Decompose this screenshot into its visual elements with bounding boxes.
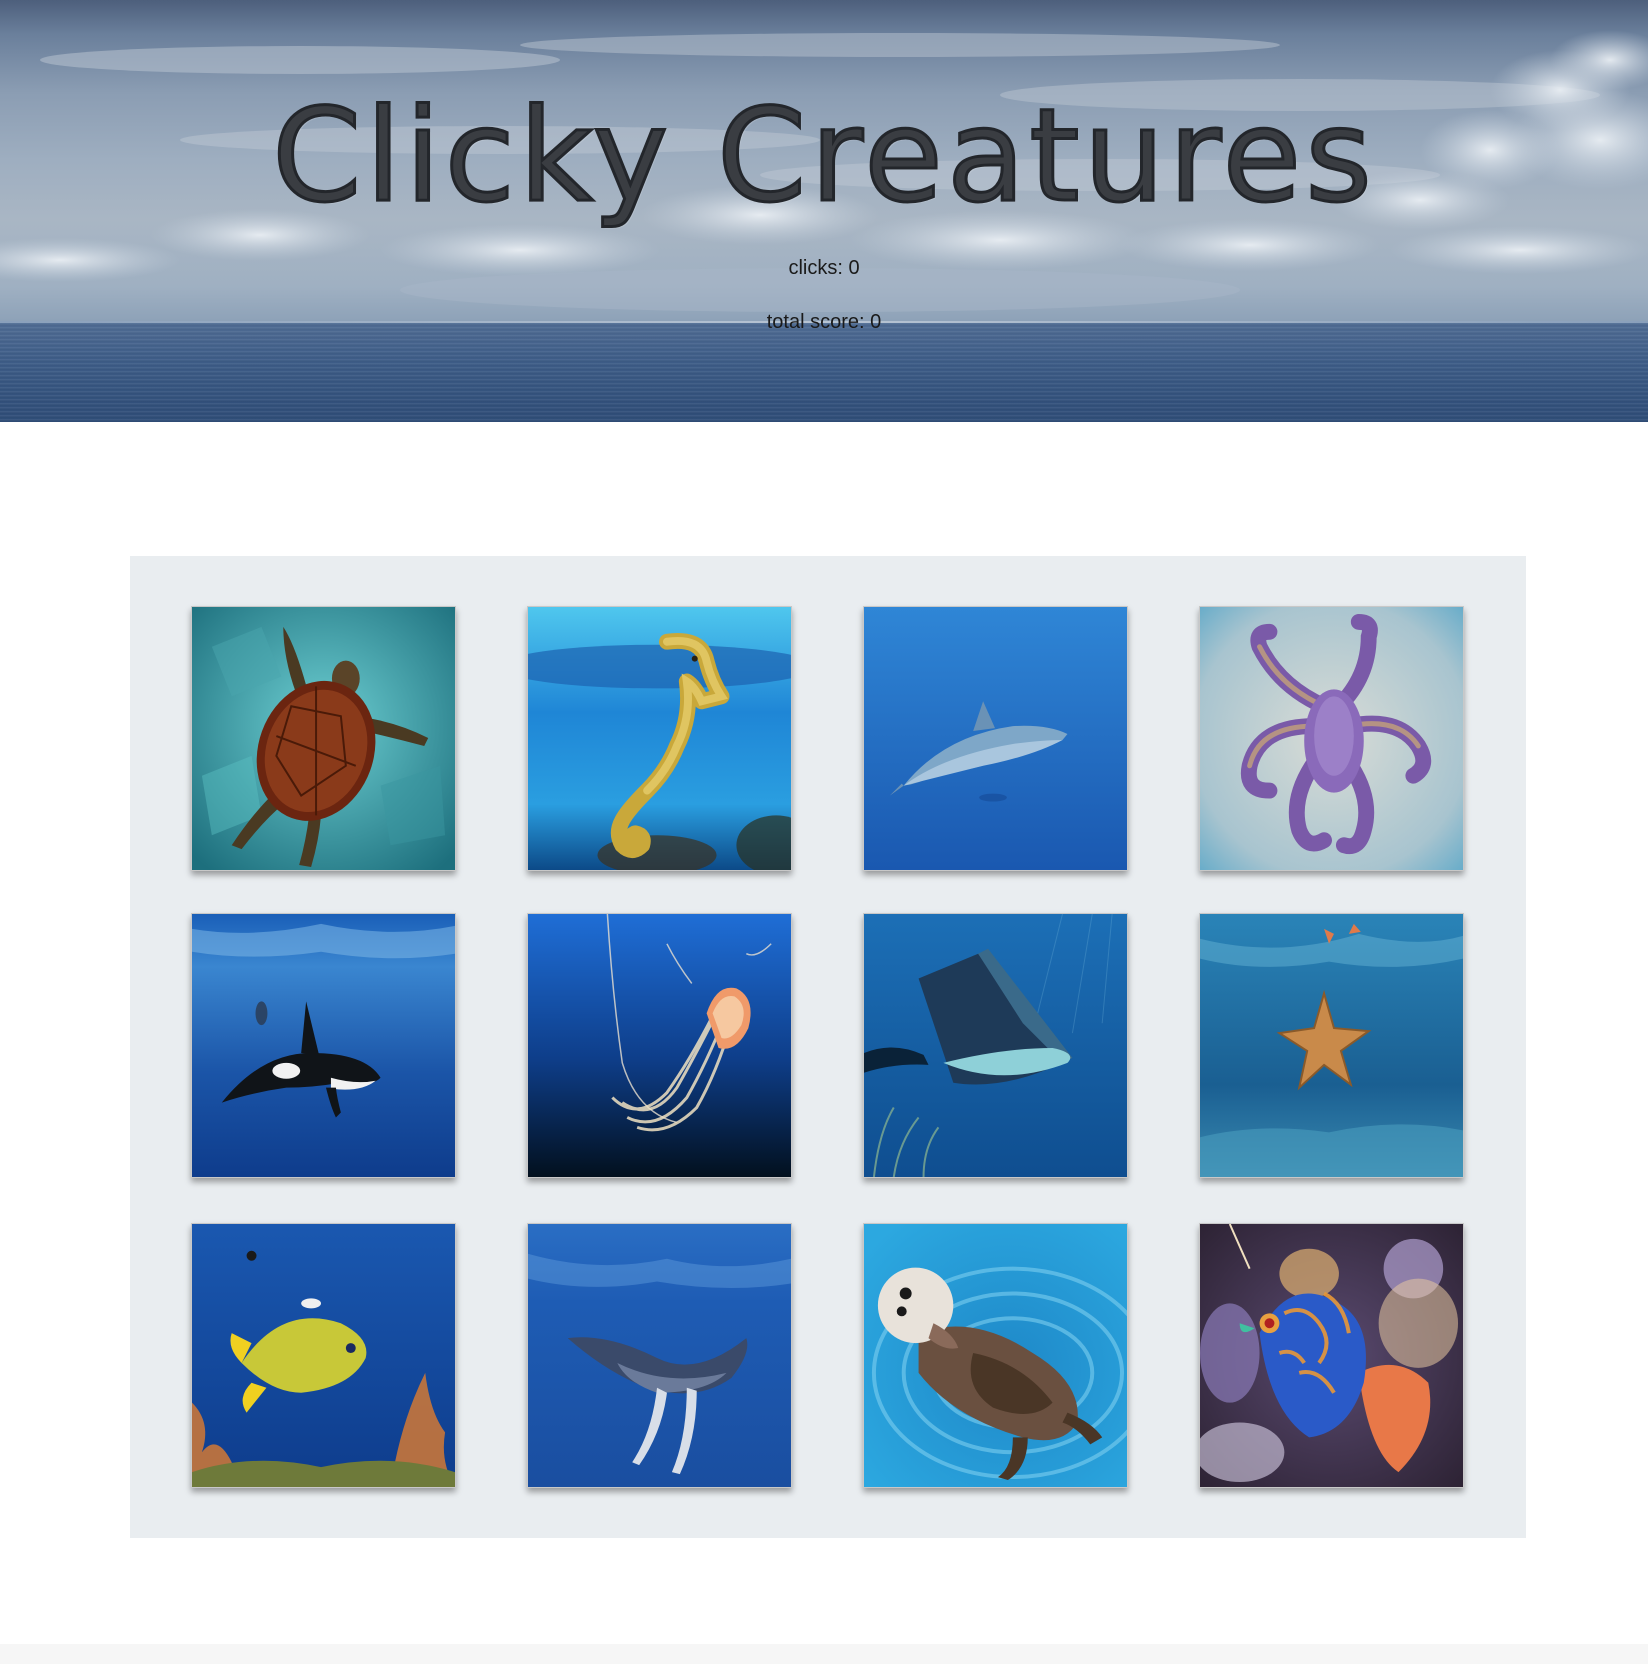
- creature-card-octopus[interactable]: [1199, 606, 1464, 871]
- creature-card-starfish[interactable]: [1199, 913, 1464, 1178]
- creature-card-seahorse[interactable]: [527, 606, 792, 871]
- creature-card-angelfish[interactable]: [191, 1223, 456, 1488]
- jellyfish-icon: [528, 914, 791, 1177]
- mandarin-fish-icon: [1200, 1224, 1463, 1487]
- page-bottom-edge: [0, 1644, 1648, 1664]
- sea-otter-icon: [864, 1224, 1127, 1487]
- clicks-counter: clicks: 0: [788, 257, 860, 279]
- creature-card-jellyfish[interactable]: [527, 913, 792, 1178]
- ocean-background: [0, 323, 1648, 422]
- creature-card-manta-ray[interactable]: [863, 913, 1128, 1178]
- dolphin-icon: [864, 607, 1127, 870]
- creature-card-mandarin-fish[interactable]: [1199, 1223, 1464, 1488]
- creature-card-sea-turtle[interactable]: [191, 606, 456, 871]
- creature-card-sea-otter[interactable]: [863, 1223, 1128, 1488]
- manta-ray-icon: [864, 914, 1127, 1177]
- creature-card-dolphin[interactable]: [863, 606, 1128, 871]
- starfish-icon: [1200, 914, 1463, 1177]
- header-banner: Clicky Creatures clicks: 0 total score: …: [0, 0, 1648, 422]
- seahorse-icon: [528, 607, 791, 870]
- orca-icon: [192, 914, 455, 1177]
- sea-turtle-icon: [192, 607, 455, 870]
- humpback-whale-icon: [528, 1224, 791, 1487]
- total-score: total score: 0: [766, 311, 882, 333]
- creature-card-orca[interactable]: [191, 913, 456, 1178]
- octopus-icon: [1200, 607, 1463, 870]
- creature-card-humpback-whale[interactable]: [527, 1223, 792, 1488]
- page-title: Clicky Creatures: [271, 81, 1376, 233]
- angelfish-icon: [192, 1224, 455, 1487]
